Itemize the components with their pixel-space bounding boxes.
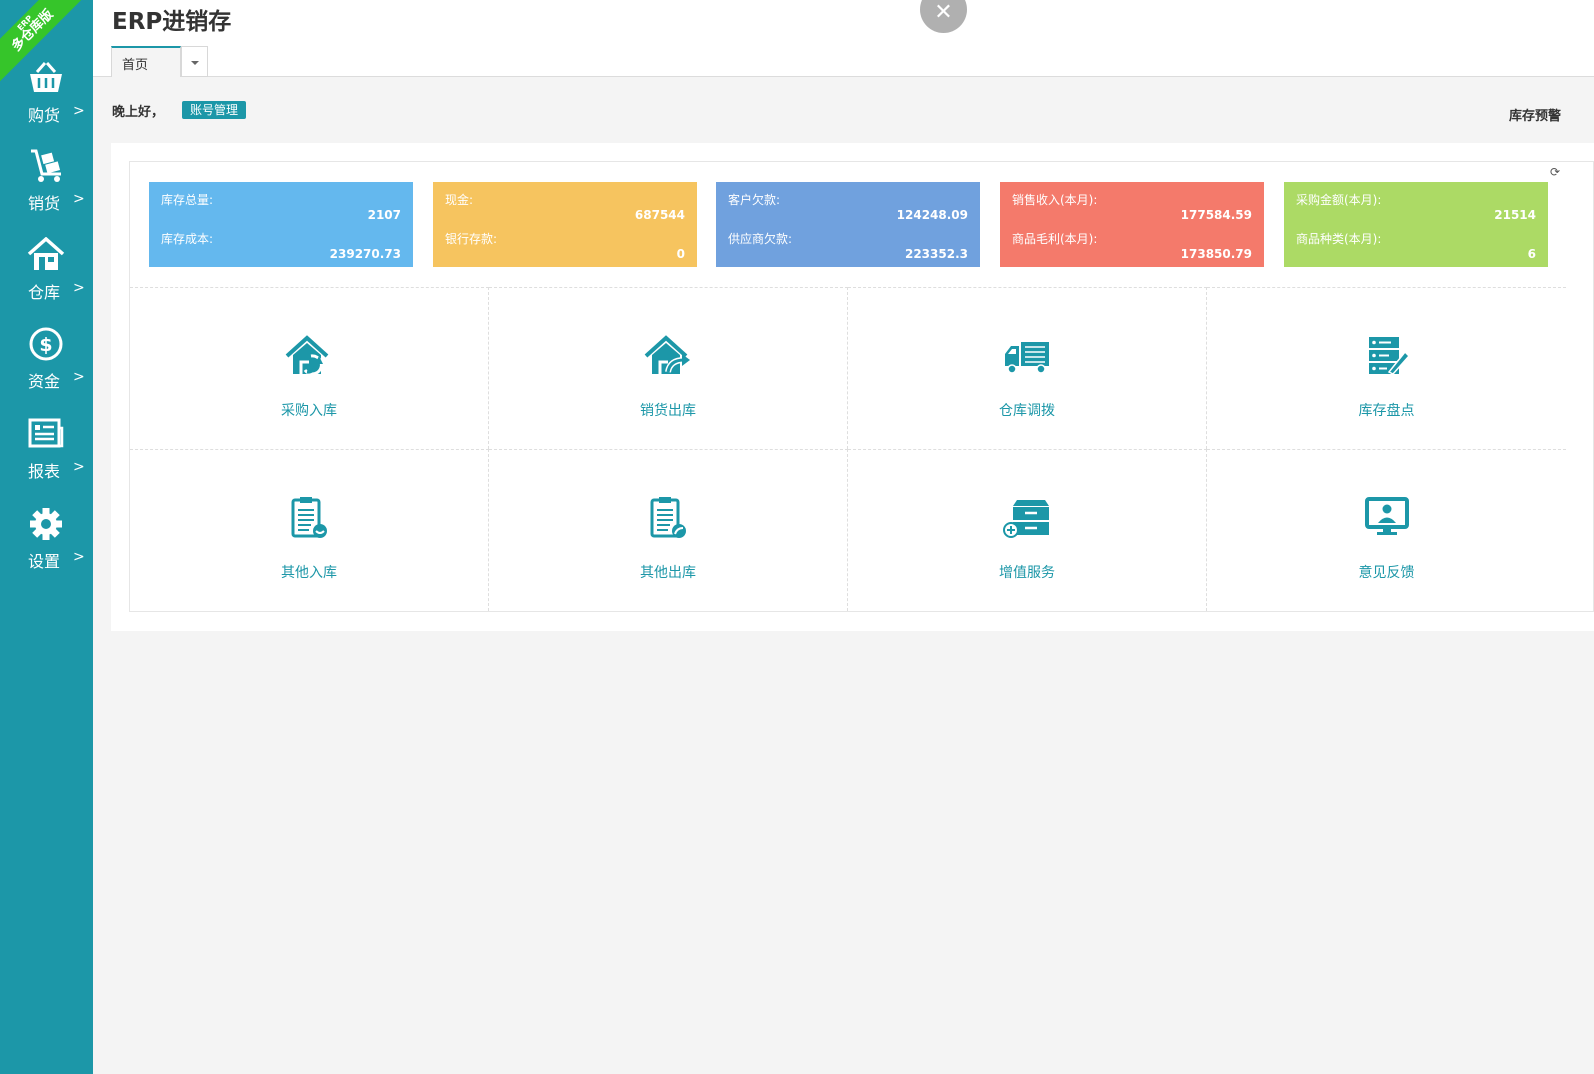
shortcut-label: 销货出库 — [640, 403, 696, 419]
shortcut-warehouse-transfer[interactable]: 仓库调拨 — [848, 287, 1207, 449]
stat-label: 商品种类(本月): — [1296, 232, 1382, 246]
sidebar-item-label: 购货 — [28, 106, 61, 125]
stat-card-sales: 销售收入(本月): 177584.59 商品毛利(本月): 173850.79 — [1000, 182, 1264, 267]
chevron-right-icon: > — [73, 549, 85, 565]
dollar-icon: $ — [29, 327, 63, 361]
stat-value: 6 — [1527, 247, 1536, 261]
sidebar-item-label: 设置 — [28, 552, 61, 571]
stat-label: 商品毛利(本月): — [1012, 232, 1098, 246]
stat-card-inventory: 库存总量: 2107 库存成本: 239270.73 — [149, 182, 413, 267]
house-out-icon — [644, 335, 690, 374]
account-management-button[interactable]: 账号管理 — [182, 101, 247, 119]
chevron-right-icon: > — [73, 280, 85, 296]
stat-label: 采购金额(本月): — [1296, 193, 1382, 207]
basket-icon — [30, 62, 62, 92]
sidebar-item-label: 仓库 — [28, 283, 61, 302]
stat-label: 现金: — [445, 193, 474, 207]
svg-text:$: $ — [39, 334, 52, 356]
stat-value: 124248.09 — [896, 208, 968, 222]
house-icon — [27, 237, 65, 270]
tab-home[interactable]: 首页 — [111, 46, 181, 77]
stat-card-purchases: 采购金额(本月): 21514 商品种类(本月): 6 — [1284, 182, 1548, 267]
stat-label: 银行存款: — [445, 232, 498, 246]
clipboard-out-icon — [650, 497, 686, 538]
stat-value: 21514 — [1494, 208, 1536, 222]
sidebar-item-warehouse[interactable]: 仓库 > — [0, 237, 93, 323]
caret-down-icon — [190, 61, 199, 65]
stat-value: 239270.73 — [329, 247, 401, 261]
hand-truck-icon — [31, 149, 61, 182]
chevron-right-icon: > — [73, 103, 85, 119]
shortcut-label: 其他入库 — [281, 565, 337, 581]
sidebar-item-purchase[interactable]: 购货 > — [0, 60, 93, 146]
clipboard-in-icon — [291, 497, 327, 538]
shortcut-other-outbound[interactable]: 其他出库 — [489, 449, 848, 611]
shortcut-inventory-check[interactable]: 库存盘点 — [1207, 287, 1566, 449]
sidebar-item-sales[interactable]: 销货 > — [0, 148, 93, 234]
stat-label: 库存总量: — [161, 193, 214, 207]
stock-alert-link[interactable]: 库存预警 — [1509, 105, 1561, 124]
stat-value: 223352.3 — [904, 247, 968, 261]
stat-label: 客户欠款: — [728, 193, 781, 207]
shortcut-purchase-inbound[interactable]: 采购入库 — [130, 287, 489, 449]
chevron-right-icon: > — [73, 459, 85, 475]
stat-label: 销售收入(本月): — [1012, 193, 1098, 207]
shortcut-label: 其他出库 — [640, 565, 696, 581]
greeting-text: 晚上好， — [112, 105, 165, 120]
shortcut-label: 增值服务 — [999, 565, 1055, 581]
shortcut-other-inbound[interactable]: 其他入库 — [130, 449, 489, 611]
stat-value: 173850.79 — [1180, 247, 1252, 261]
sidebar: ERP 多仓库版 购货 > 销货 > 仓库 > $ 资金 > 报表 > 设置 > — [0, 0, 93, 1074]
shortcut-label: 意见反馈 — [1358, 565, 1415, 581]
stat-value: 687544 — [634, 208, 685, 222]
sidebar-item-settings[interactable]: 设置 > — [0, 506, 93, 592]
shortcut-feedback[interactable]: 意见反馈 — [1207, 449, 1566, 611]
sidebar-item-label: 资金 — [28, 372, 61, 391]
stat-card-debts: 客户欠款: 124248.09 供应商欠款: 223352.3 — [716, 182, 980, 267]
chevron-right-icon: > — [73, 369, 85, 385]
house-in-icon — [285, 335, 329, 376]
cabinet-add-icon — [1003, 500, 1049, 538]
gear-icon — [30, 508, 62, 540]
shortcut-grid: 采购入库 销货出库 仓库调拨 库存盘点 其他入库 其他出库 增值服务 意见反馈 — [130, 287, 1568, 612]
sidebar-item-label: 销货 — [28, 194, 61, 213]
shortcut-label: 库存盘点 — [1358, 403, 1415, 419]
monitor-user-icon — [1364, 497, 1409, 535]
stat-value: 177584.59 — [1180, 208, 1252, 222]
stat-value: 2107 — [367, 208, 401, 222]
shortcut-sales-outbound[interactable]: 销货出库 — [489, 287, 848, 449]
sidebar-item-reports[interactable]: 报表 > — [0, 416, 93, 502]
stat-card-cash: 现金: 687544 银行存款: 0 — [433, 182, 697, 267]
sidebar-item-finance[interactable]: $ 资金 > — [0, 326, 93, 412]
refresh-icon[interactable]: ⟳ — [1550, 165, 1560, 179]
page-title: ERP进销存 — [112, 9, 232, 35]
shortcut-value-added[interactable]: 增值服务 — [848, 449, 1207, 611]
shortcut-label: 采购入库 — [281, 403, 337, 419]
sidebar-item-label: 报表 — [28, 462, 61, 481]
newspaper-icon — [28, 418, 64, 448]
tab-dropdown-button[interactable] — [181, 46, 208, 77]
stat-label: 供应商欠款: — [728, 232, 793, 246]
stat-label: 库存成本: — [161, 232, 214, 246]
stat-value: 0 — [676, 247, 685, 261]
shortcut-label: 仓库调拨 — [999, 403, 1055, 419]
truck-icon — [1005, 342, 1049, 374]
tab-bar: 首页 — [93, 46, 1594, 77]
chevron-right-icon: > — [73, 191, 85, 207]
server-edit-icon — [1368, 337, 1410, 375]
header-bar — [93, 0, 1594, 46]
